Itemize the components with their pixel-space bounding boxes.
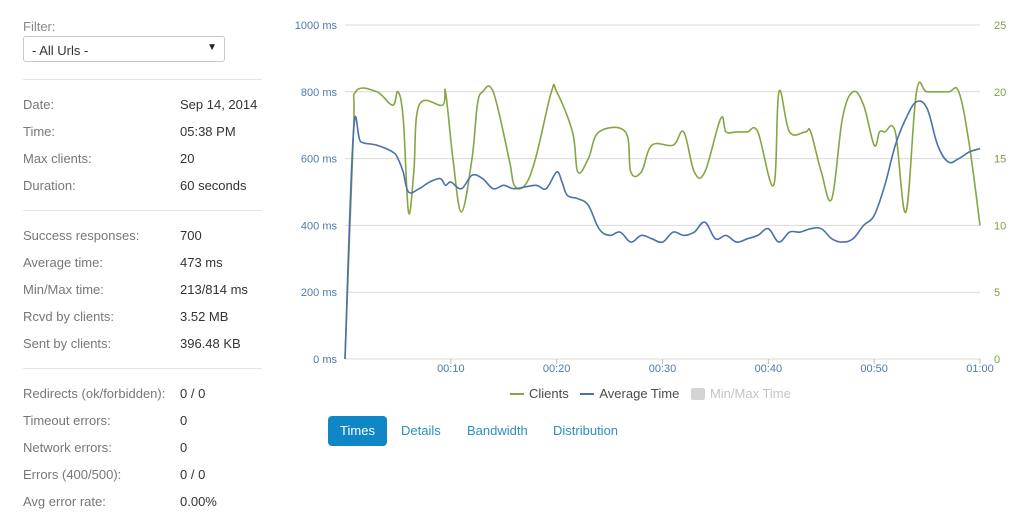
stat-value: 0.00% [180, 494, 217, 509]
legend-label: Min/Max Time [709, 386, 791, 401]
stats-sidebar: Filter: - All Urls - ▼ Date: Sep 14, 201… [0, 0, 270, 526]
legend-swatch-clients [510, 392, 524, 395]
y-axis-right: 0 5 10 15 20 25 [994, 20, 1006, 366]
x-tick-label: 00:50 [860, 363, 888, 375]
stat-label: Timeout errors: [23, 413, 111, 428]
tab-details[interactable]: Details [401, 416, 441, 446]
stat-label: Min/Max time: [23, 282, 104, 297]
legend-label: Clients [529, 386, 569, 401]
legend-swatch-min-max-time [690, 387, 705, 400]
y-tick-label-right: 25 [994, 20, 1006, 32]
y-tick-label-right: 20 [994, 87, 1006, 99]
stat-value: 0 / 0 [180, 467, 206, 482]
x-axis: 00:10 00:20 00:30 00:40 00:50 01:00 [437, 359, 994, 375]
legend-swatch-average-time [580, 392, 595, 395]
tab-distribution[interactable]: Distribution [553, 416, 618, 446]
grid-lines [345, 24, 980, 360]
stat-label: Redirects (ok/forbidden): [23, 386, 166, 401]
stat-value: 700 [180, 228, 202, 243]
stat-label: Date: [23, 97, 55, 112]
y-tick-label-left: 200 ms [301, 287, 338, 299]
y-tick-label-right: 15 [994, 154, 1006, 166]
stat-label: Max clients: [23, 151, 92, 166]
legend-label: Average Time [599, 386, 680, 401]
filter-label: Filter: [23, 19, 56, 34]
url-filter-select[interactable]: - All Urls - ▼ [23, 36, 225, 62]
divider [23, 79, 262, 80]
y-tick-label-right: 0 [994, 354, 1000, 366]
y-axis-left: 0 ms 200 ms 400 ms 600 ms 800 ms 1000 ms [295, 20, 338, 366]
stat-label: Network errors: [23, 440, 112, 455]
legend-item-clients[interactable]: Clients [510, 386, 569, 401]
legend-item-min-max-time[interactable]: Min/Max Time [690, 386, 791, 401]
stat-label: Avg error rate: [23, 494, 106, 509]
stat-value: 213/814 ms [180, 282, 248, 297]
stat-value: 3.52 MB [180, 309, 229, 324]
stat-label: Average time: [23, 255, 103, 270]
stat-label: Success responses: [23, 228, 140, 243]
y-tick-label-right: 10 [994, 220, 1006, 232]
chart-svg: 0 ms 200 ms 400 ms 600 ms 800 ms 1000 ms 0 5 10… [295, 20, 1006, 375]
stat-value: 0 / 0 [180, 386, 206, 401]
stat-value: 05:38 PM [180, 124, 236, 139]
stat-value: 20 [180, 151, 195, 166]
chart-legend: Clients Average Time Min/Max Time [510, 386, 799, 402]
x-tick-label: 00:30 [649, 363, 677, 375]
y-tick-label-left: 400 ms [301, 220, 338, 232]
stat-label: Time: [23, 124, 56, 139]
times-chart: 0 ms 200 ms 400 ms 600 ms 800 ms 1000 ms 0 5 10… [270, 0, 1034, 410]
url-filter-selected: - All Urls - [32, 43, 89, 58]
stat-value: 0 [180, 440, 188, 455]
y-tick-label-left: 600 ms [301, 154, 338, 166]
x-tick-label: 00:20 [543, 363, 571, 375]
x-tick-label: 01:00 [966, 363, 994, 375]
y-tick-label-left: 1000 ms [295, 20, 338, 32]
tab-bandwidth[interactable]: Bandwidth [467, 416, 528, 446]
series-layer [344, 81, 981, 360]
stat-label: Errors (400/500): [23, 467, 122, 482]
y-tick-label-left: 0 ms [313, 354, 337, 366]
series-line-clients [344, 81, 981, 360]
chevron-down-icon: ▼ [207, 42, 217, 53]
stat-label: Duration: [23, 178, 76, 193]
x-tick-label: 00:10 [437, 363, 465, 375]
series-line-average-time [344, 100, 981, 360]
divider [23, 368, 262, 369]
legend-item-average-time[interactable]: Average Time [580, 386, 679, 401]
stat-value: 396.48 KB [180, 336, 241, 351]
stat-value: Sep 14, 2014 [180, 97, 258, 112]
stat-value: 473 ms [180, 255, 223, 270]
y-tick-label-left: 800 ms [301, 87, 338, 99]
stat-value: 60 seconds [180, 178, 247, 193]
stat-label: Sent by clients: [23, 336, 112, 351]
tab-times[interactable]: Times [328, 416, 387, 446]
stat-label: Rcvd by clients: [23, 309, 115, 324]
x-tick-label: 00:40 [755, 363, 783, 375]
stat-value: 0 [180, 413, 188, 428]
divider [23, 210, 262, 211]
y-tick-label-right: 5 [994, 287, 1000, 299]
